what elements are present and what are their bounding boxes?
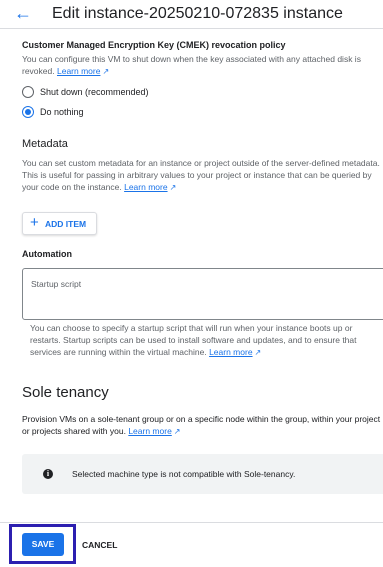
cmek-description-line1: You can configure this VM to shut down w… (22, 54, 361, 64)
info-icon: i (43, 469, 53, 479)
cancel-button[interactable]: CANCEL (82, 540, 117, 550)
automation-description-line1: You can choose to specify a startup scri… (30, 323, 353, 333)
cmek-title: Customer Managed Encryption Key (CMEK) r… (22, 40, 286, 50)
metadata-title: Metadata (22, 138, 68, 150)
external-link-icon: ↗ (254, 348, 262, 357)
radio-do-nothing-label[interactable]: Do nothing (40, 107, 84, 117)
radio-do-nothing[interactable] (22, 106, 34, 118)
metadata-description-line1: You can set custom metadata for an insta… (22, 158, 380, 168)
external-link-icon: ↗ (169, 183, 177, 192)
footer-bar: SAVE CANCEL (0, 522, 383, 567)
startup-script-placeholder: Startup script (31, 279, 82, 289)
automation-learn-more-link[interactable]: Learn more (209, 347, 252, 357)
cmek-learn-more-link[interactable]: Learn more (57, 66, 100, 76)
header-bar: ← Edit instance-20250210-072835 instance (0, 0, 383, 29)
sole-tenancy-description-line1: Provision VMs on a sole-tenant group or … (22, 414, 381, 424)
sole-tenancy-description-line2: or projects shared with you. Learn more ↗ (22, 426, 181, 436)
sole-tenancy-learn-more-link[interactable]: Learn more (128, 426, 171, 436)
arrow-back-icon[interactable]: ← (14, 4, 34, 22)
metadata-description-line3: your code on the instance. Learn more ↗ (22, 182, 177, 192)
metadata-description-line2: This is useful for passing in arbitrary … (22, 170, 372, 180)
radio-shut-down-label[interactable]: Shut down (recommended) (40, 87, 149, 97)
save-button[interactable]: SAVE (22, 533, 64, 556)
form-content: Customer Managed Encryption Key (CMEK) r… (0, 29, 383, 522)
plus-icon: + (30, 214, 39, 231)
add-item-button[interactable]: + ADD ITEM (22, 212, 97, 235)
automation-title: Automation (22, 249, 72, 259)
external-link-icon: ↗ (173, 427, 181, 436)
sole-tenancy-title: Sole tenancy (22, 384, 109, 401)
page-title: Edit instance-20250210-072835 instance (52, 5, 343, 22)
metadata-learn-more-link[interactable]: Learn more (124, 182, 167, 192)
sole-tenancy-info-banner: i Selected machine type is not compatibl… (22, 454, 383, 494)
external-link-icon: ↗ (102, 67, 110, 76)
startup-script-textarea[interactable]: Startup script (22, 268, 383, 320)
add-item-label: ADD ITEM (45, 219, 87, 229)
automation-description-line3: services are running within the virtual … (30, 347, 262, 357)
sole-tenancy-info-text: Selected machine type is not compatible … (72, 469, 296, 479)
radio-shut-down[interactable] (22, 86, 34, 98)
cmek-description-line2: revoked. Learn more ↗ (22, 66, 110, 76)
automation-description-line2: restarts. Startup scripts can be used to… (30, 335, 357, 345)
